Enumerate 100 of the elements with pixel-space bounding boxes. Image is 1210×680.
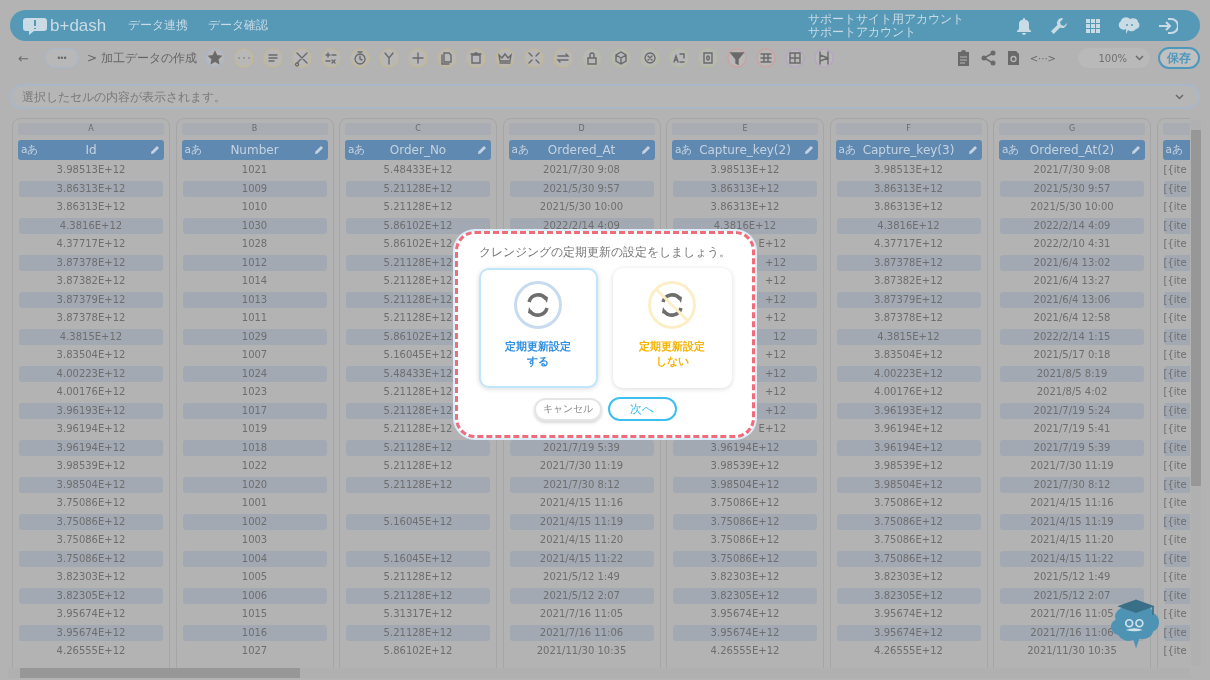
column-header[interactable]: aあ Number xyxy=(181,140,328,160)
pencil-icon[interactable] xyxy=(150,145,160,155)
bell-icon[interactable] xyxy=(1016,16,1032,35)
column-header[interactable]: aあ Ordered_At xyxy=(508,140,655,160)
column-header[interactable]: aあ Capture_key(2) xyxy=(672,140,818,160)
wrench-icon[interactable] xyxy=(1050,16,1068,35)
option-card[interactable]: 定期更新設定 しない xyxy=(612,268,732,388)
table-cell: 1018 xyxy=(182,439,327,456)
table-cell: 3.87379E+12 xyxy=(19,291,163,308)
table-cell: 3.96194E+12 xyxy=(836,439,981,456)
table-cell: 2021/4/15 11:19 xyxy=(509,513,654,530)
pencil-icon[interactable] xyxy=(1131,145,1141,155)
pencil-icon[interactable] xyxy=(967,145,978,155)
table-cell: 2021/7/30 9:08 xyxy=(543,164,620,175)
table-cell: 3.86313E+12 xyxy=(874,201,943,212)
fork-icon[interactable] xyxy=(378,48,399,68)
table-cell: 3.95674E+12 xyxy=(710,608,780,619)
filter-icon[interactable] xyxy=(726,48,747,68)
calculator-icon[interactable] xyxy=(320,48,341,68)
back-button[interactable]: ← xyxy=(18,50,29,66)
column-header[interactable]: aあ Capture_key(3) xyxy=(835,140,982,160)
pencil-icon[interactable] xyxy=(640,145,651,155)
grid-icon[interactable] xyxy=(784,48,805,68)
column-header[interactable]: aあ Ordered_At(2) xyxy=(999,140,1145,160)
crown-icon[interactable] xyxy=(494,48,515,68)
close-icon[interactable] xyxy=(639,48,660,68)
nav-link[interactable]: データ確認 xyxy=(208,17,269,34)
cube-icon[interactable] xyxy=(610,48,631,68)
pencil-icon[interactable] xyxy=(804,145,814,155)
column-header[interactable]: aあ Id xyxy=(18,140,164,160)
table-cell: 3.98539E+12 xyxy=(56,460,126,471)
plus-icon[interactable] xyxy=(407,48,428,68)
table-cell: 3.87378E+12 xyxy=(56,312,126,323)
more-button[interactable]: ••• xyxy=(44,48,79,68)
table-cell: 1011 xyxy=(241,312,268,323)
more-icon[interactable] xyxy=(233,48,254,68)
table-cell: 1016 xyxy=(182,624,327,641)
split-icon[interactable] xyxy=(813,48,834,68)
table-cell: 2021/4/15 11:20 xyxy=(539,534,624,545)
column-header[interactable]: aあ xyxy=(1162,140,1190,160)
table-cell: 1013 xyxy=(182,291,327,308)
table-cell: 4.26555E+12 xyxy=(710,645,780,656)
scrollbar-thumb[interactable] xyxy=(1191,130,1201,486)
table-cell: 3.96194E+12 xyxy=(874,423,943,434)
option-card[interactable]: 定期更新設定 する xyxy=(478,268,598,388)
chevron-down-icon[interactable] xyxy=(1175,94,1184,100)
account-name: サポートサイト用アカウント サポートアカウント xyxy=(808,12,964,39)
table-cell: 3.75086E+12 xyxy=(56,497,126,508)
column-letter: B xyxy=(251,124,258,133)
mascot-icon[interactable] xyxy=(1118,16,1140,35)
share-icon[interactable] xyxy=(980,50,996,66)
table-cell: [{ite xyxy=(1163,386,1187,397)
table-cell: 1001 xyxy=(241,497,268,508)
scissors-icon[interactable] xyxy=(291,48,312,68)
cancel-button[interactable]: キャンセル xyxy=(533,397,602,421)
table-cell: E+12 xyxy=(758,423,786,434)
document-icon[interactable] xyxy=(1006,50,1020,66)
column-letter: D xyxy=(578,124,585,133)
code-button[interactable]: <···> xyxy=(1029,52,1056,64)
zoom-select[interactable]: 100% xyxy=(1078,48,1150,68)
star-icon[interactable] xyxy=(204,48,225,68)
table-cell: 2021/5/30 10:00 xyxy=(539,201,624,212)
column-header[interactable]: aあ Order_No xyxy=(345,140,491,160)
table-cell: 3.82303E+12 xyxy=(710,571,780,582)
table-cell: 3.75086E+12 xyxy=(874,497,943,508)
logout-icon[interactable] xyxy=(1158,16,1178,35)
swap-icon[interactable] xyxy=(552,48,573,68)
column-letter: C xyxy=(415,124,421,133)
scrollbar-thumb[interactable] xyxy=(20,668,300,678)
table-cell: [{ite xyxy=(1163,238,1187,249)
pencil-icon[interactable] xyxy=(313,145,324,155)
lock-icon[interactable] xyxy=(581,48,602,68)
table-cell: 2021/5/12 1:49 xyxy=(1033,571,1111,582)
zero-icon[interactable] xyxy=(697,48,718,68)
pencil-icon[interactable] xyxy=(477,145,487,155)
trash-icon[interactable] xyxy=(465,48,486,68)
save-button[interactable]: 保存 xyxy=(1158,47,1200,69)
table-cell: 4.00176E+12 xyxy=(874,386,943,397)
expand-icon[interactable] xyxy=(523,48,544,68)
option-label: 定期更新設定 する xyxy=(505,339,571,369)
table-cell: 4.26555E+12 xyxy=(874,645,943,656)
copy-icon[interactable] xyxy=(436,48,457,68)
columns-icon[interactable] xyxy=(755,48,776,68)
table-cell: 3.75086E+12 xyxy=(836,513,981,530)
table-cell: 1017 xyxy=(182,402,327,419)
table-cell: [{ite xyxy=(1163,571,1187,582)
table-cell: 1024 xyxy=(182,365,327,382)
apps-grid-icon[interactable] xyxy=(1086,18,1100,33)
nav-link[interactable]: データ連携 xyxy=(128,17,189,34)
table-cell: 5.21128E+12 xyxy=(346,587,490,604)
next-button[interactable]: 次へ xyxy=(607,397,677,421)
clipboard-icon[interactable] xyxy=(956,50,970,66)
timer-icon[interactable] xyxy=(349,48,370,68)
table-cell: 2021/7/16 11:05 xyxy=(539,608,624,619)
table-cell: [{ite xyxy=(1163,497,1187,508)
column-name: Number xyxy=(230,143,279,157)
table-cell: 1022 xyxy=(241,460,268,471)
table-cell: 2021/6/4 13:02 xyxy=(1000,254,1144,271)
list-icon[interactable] xyxy=(262,48,283,68)
translate-icon[interactable] xyxy=(668,48,689,68)
